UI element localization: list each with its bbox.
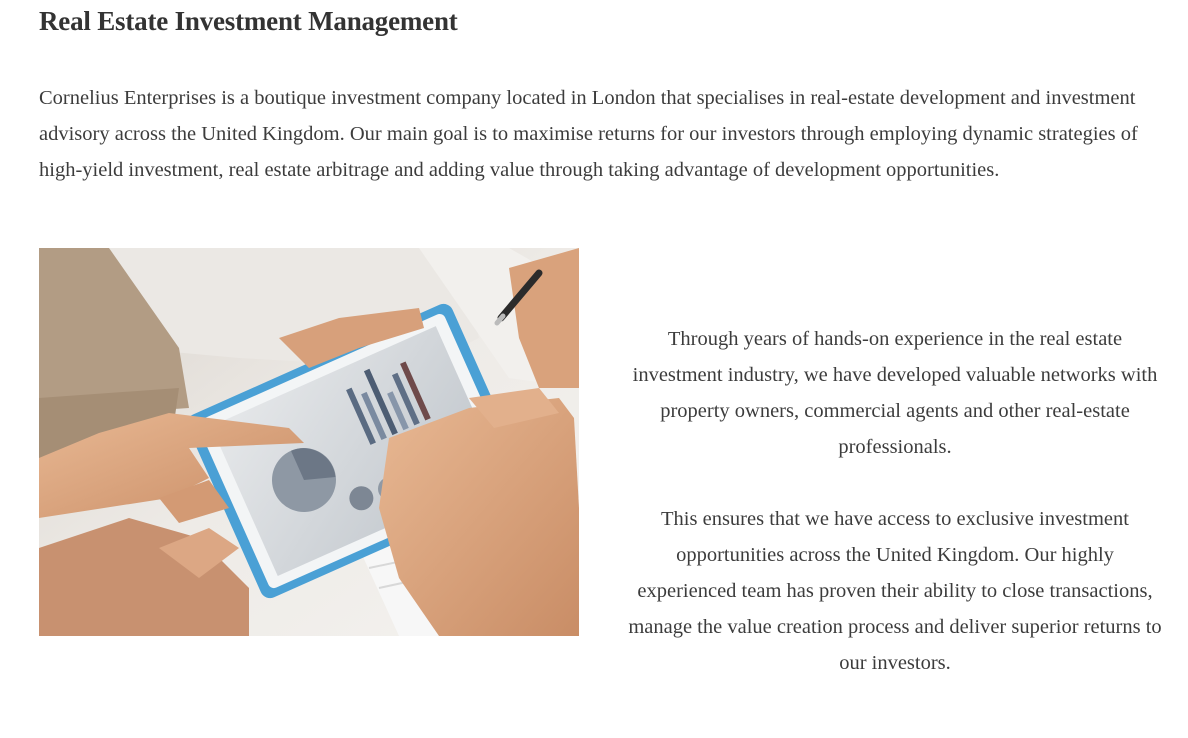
- section-heading: Real Estate Investment Management: [39, 6, 458, 36]
- access-paragraph: This ensures that we have access to excl…: [628, 508, 1162, 674]
- business-photo: [39, 248, 579, 636]
- experience-paragraph: Through years of hands-on experience in …: [632, 328, 1158, 458]
- intro-paragraph: Cornelius Enterprises is a boutique inve…: [39, 87, 1138, 181]
- description-text: Through years of hands-on experience in …: [625, 321, 1165, 681]
